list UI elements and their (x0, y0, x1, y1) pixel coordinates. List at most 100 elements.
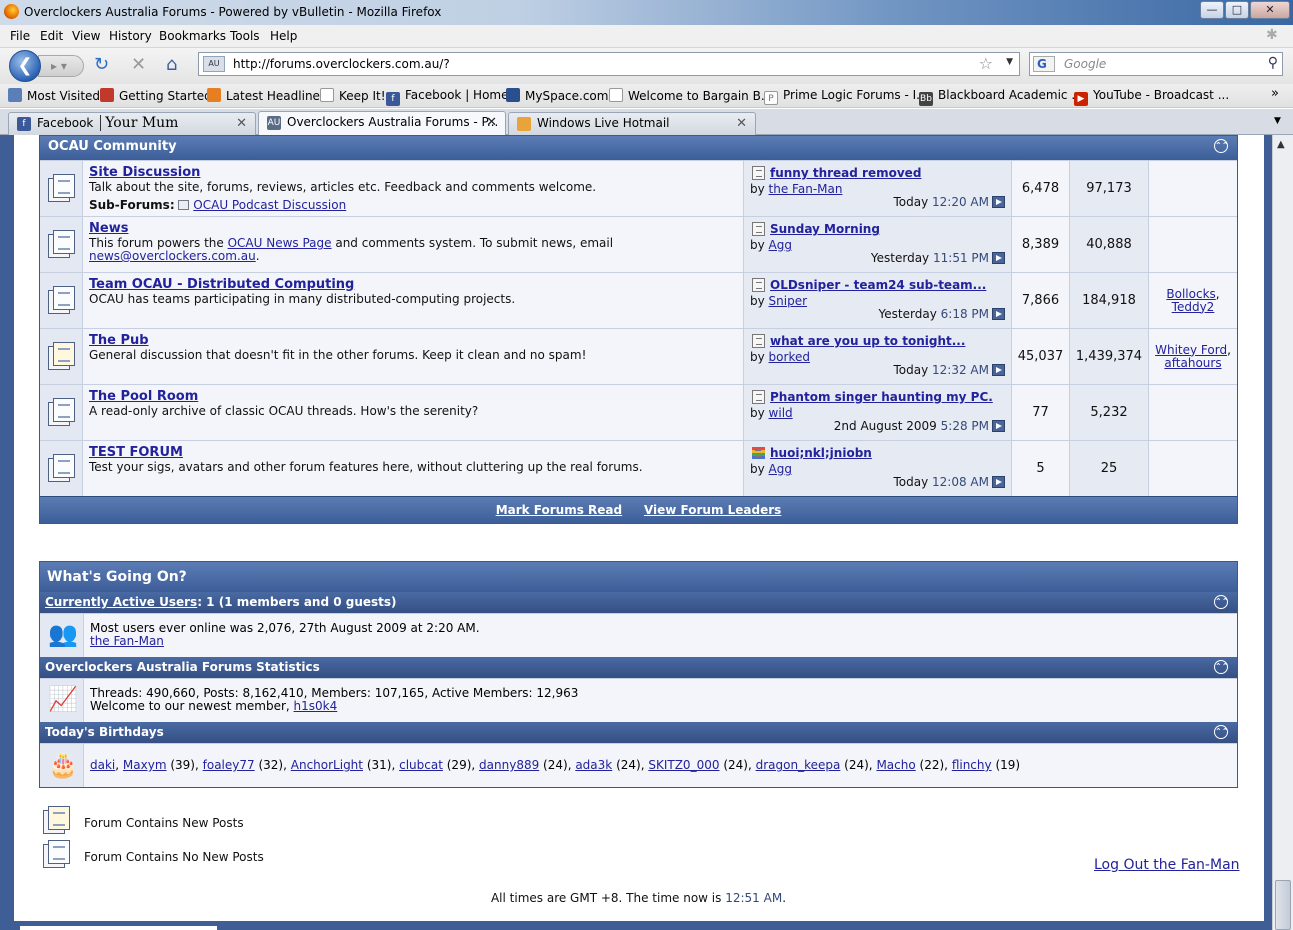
back-button[interactable]: ❮ (9, 50, 41, 82)
search-box[interactable]: G Google ⚲ (1029, 52, 1283, 76)
scrollbar-thumb[interactable] (1275, 880, 1291, 930)
bookmark-bargain[interactable]: Welcome to Bargain B... (609, 88, 772, 103)
search-icon[interactable]: ⚲ (1268, 55, 1278, 71)
menu-tools[interactable]: Tools (230, 29, 260, 43)
menu-history[interactable]: History (109, 29, 152, 43)
subforum-icon (178, 200, 190, 210)
birthday-user-link[interactable]: Maxym (123, 758, 167, 772)
bookmark-latest-headlines[interactable]: Latest Headlines (207, 88, 326, 103)
last-post-title[interactable]: OLDsniper - team24 sub-team... (750, 278, 1005, 292)
forward-button[interactable]: ▸ ▾ (38, 55, 84, 77)
news-email-link[interactable]: news@overclockers.com.au (89, 249, 256, 263)
forum-title-link[interactable]: The Pub (89, 333, 737, 348)
bookmark-blackboard[interactable]: Bb Blackboard Academic ... (919, 88, 1083, 106)
birthday-user-link[interactable]: foaley77 (203, 758, 255, 772)
chevron-down-icon[interactable]: ▼ (1006, 57, 1013, 67)
post-icon (752, 278, 765, 292)
tab-list-icon[interactable]: ▼ (1274, 116, 1281, 126)
minimize-button[interactable]: — (1200, 1, 1224, 19)
vertical-scrollbar[interactable]: ▲ (1272, 135, 1293, 930)
news-page-link[interactable]: OCAU News Page (228, 236, 332, 250)
birthday-user-link[interactable]: AnchorLight (291, 758, 363, 772)
logout-link[interactable]: Log Out the Fan-Man (1094, 857, 1240, 873)
tab-hotmail[interactable]: Windows Live Hotmail ✕ (508, 112, 756, 135)
menu-help[interactable]: Help (270, 29, 297, 43)
go-to-last-post-icon[interactable] (992, 196, 1005, 208)
forum-title-link[interactable]: TEST FORUM (89, 445, 737, 460)
forum-status-icon (48, 342, 76, 372)
last-post-title[interactable]: funny thread removed (750, 166, 1005, 180)
tab-overclockers[interactable]: AU Overclockers Australia Forums - P... … (258, 111, 506, 136)
tab-close-icon[interactable]: ✕ (236, 113, 247, 134)
tab-close-icon[interactable]: ✕ (486, 112, 497, 133)
bookmark-most-visited[interactable]: Most Visited (8, 88, 100, 103)
home-icon[interactable]: ⌂ (166, 56, 177, 74)
reload-icon[interactable]: ↻ (94, 56, 109, 74)
go-to-last-post-icon[interactable] (992, 420, 1005, 432)
stop-icon[interactable]: ✕ (131, 56, 146, 74)
collapse-icon[interactable]: ⌃⌃ (1214, 595, 1228, 609)
last-post-title[interactable]: what are you up to tonight... (750, 334, 1005, 348)
forum-title-link[interactable]: News (89, 221, 737, 236)
birthday-user-link[interactable]: dragon_keepa (756, 758, 841, 772)
menu-bookmarks[interactable]: Bookmarks (159, 29, 226, 43)
birthday-user-link[interactable]: flinchy (952, 758, 992, 772)
birthday-user-link[interactable]: Macho (876, 758, 915, 772)
tab-facebook[interactable]: f Facebook Your Mum ✕ (8, 112, 256, 135)
bookmark-getting-started[interactable]: Getting Started (100, 88, 212, 103)
forum-title-link[interactable]: The Pool Room (89, 389, 737, 404)
url-text[interactable]: http://forums.overclockers.com.au/? (233, 57, 450, 71)
collapse-icon[interactable]: ⌃⌃ (1214, 660, 1228, 674)
search-engine-icon[interactable]: G (1033, 56, 1055, 72)
last-post-user[interactable]: Sniper (769, 294, 808, 308)
forum-title-link[interactable]: Team OCAU - Distributed Computing (89, 277, 737, 292)
view-forum-leaders-link[interactable]: View Forum Leaders (644, 503, 781, 517)
last-post-title[interactable]: Sunday Morning (750, 222, 1005, 236)
collapse-icon[interactable]: ⌃⌃ (1214, 725, 1228, 739)
bookmark-facebook[interactable]: f Facebook | Home (386, 88, 509, 106)
moderator-link[interactable]: Teddy2 (1172, 300, 1215, 314)
chevron-more-icon[interactable]: » (1271, 86, 1279, 101)
maximize-button[interactable]: □ (1225, 1, 1249, 19)
last-post-user[interactable]: borked (769, 350, 810, 364)
birthday-user-link[interactable]: daki (90, 758, 115, 772)
url-bar[interactable]: AU http://forums.overclockers.com.au/? ☆… (198, 52, 1020, 76)
close-button[interactable]: ✕ (1250, 1, 1290, 19)
moderator-link[interactable]: aftahours (1164, 356, 1221, 370)
go-to-last-post-icon[interactable] (992, 476, 1005, 488)
collapse-icon[interactable]: ⌃⌃ (1214, 139, 1228, 153)
last-post-user[interactable]: Agg (769, 238, 792, 252)
last-post-user[interactable]: Agg (769, 462, 792, 476)
search-input[interactable]: Google (1064, 57, 1106, 71)
go-to-last-post-icon[interactable] (992, 252, 1005, 264)
time-note: All times are GMT +8. The time now is 12… (490, 891, 787, 905)
star-icon[interactable]: ☆ (979, 54, 993, 73)
moderator-link[interactable]: Bollocks (1166, 287, 1215, 301)
last-post-title[interactable]: huoi;nkl;jniobn (750, 446, 1005, 460)
birthday-user-link[interactable]: clubcat (399, 758, 443, 772)
birthday-user-link[interactable]: danny889 (479, 758, 539, 772)
menu-view[interactable]: View (72, 29, 100, 43)
go-to-last-post-icon[interactable] (992, 364, 1005, 376)
bookmark-keep-it[interactable]: Keep It! (320, 88, 386, 103)
mark-forums-read-link[interactable]: Mark Forums Read (496, 503, 622, 517)
bookmark-myspace[interactable]: MySpace.com (506, 88, 608, 103)
last-post-user[interactable]: the Fan-Man (769, 182, 843, 196)
online-user-link[interactable]: the Fan-Man (90, 635, 1231, 648)
menu-edit[interactable]: Edit (40, 29, 63, 43)
forum-title-link[interactable]: Site Discussion (89, 165, 737, 180)
birthday-user-link[interactable]: ada3k (575, 758, 612, 772)
active-users-link[interactable]: Currently Active Users (45, 595, 197, 609)
birthday-user-link[interactable]: SKITZ0_000 (648, 758, 719, 772)
moderator-link[interactable]: Whitey Ford (1155, 343, 1227, 357)
subforum-link[interactable]: OCAU Podcast Discussion (193, 198, 346, 212)
bookmark-prime-logic[interactable]: P Prime Logic Forums - I... (764, 88, 928, 105)
newest-member-link[interactable]: h1s0k4 (294, 699, 338, 713)
last-post-title[interactable]: Phantom singer haunting my PC. (750, 390, 1005, 404)
last-post-user[interactable]: wild (769, 406, 793, 420)
tab-close-icon[interactable]: ✕ (736, 113, 747, 134)
menu-file[interactable]: File (10, 29, 30, 43)
bookmark-youtube[interactable]: ▶ YouTube - Broadcast ... (1074, 88, 1229, 106)
scroll-up-icon[interactable]: ▲ (1277, 139, 1285, 150)
go-to-last-post-icon[interactable] (992, 308, 1005, 320)
